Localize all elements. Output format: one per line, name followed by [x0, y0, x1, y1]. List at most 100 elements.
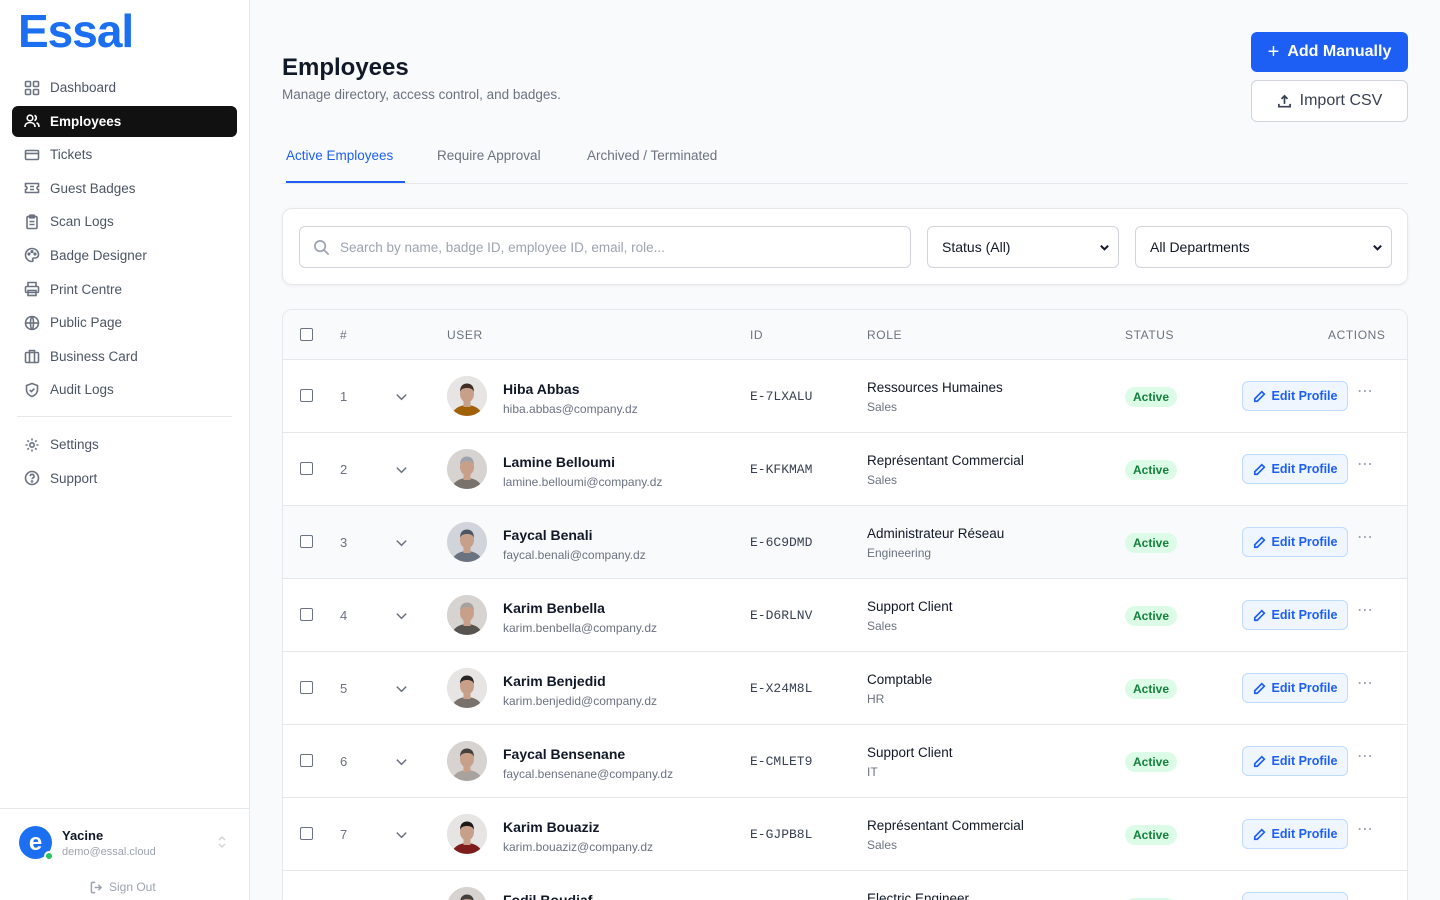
- sidebar-item-support[interactable]: Support: [12, 463, 237, 494]
- more-options-icon[interactable]: ⋯: [1357, 749, 1377, 768]
- sidebar-item-guest-badges[interactable]: Guest Badges: [12, 173, 237, 204]
- employee-name[interactable]: Faycal Bensenane: [503, 746, 625, 762]
- sidebar-item-business-card[interactable]: Business Card: [12, 341, 237, 372]
- employee-name[interactable]: Hiba Abbas: [503, 381, 580, 397]
- more-options-icon[interactable]: ⋯: [1357, 822, 1377, 841]
- table-row[interactable]: 6 Faycal Bensenane faycal.bensenane@comp…: [283, 725, 1407, 798]
- status-badge: Active: [1125, 460, 1178, 480]
- avatar-photo: [447, 522, 487, 562]
- row-number: 4: [340, 608, 348, 623]
- employee-name[interactable]: Faycal Benali: [503, 527, 593, 543]
- row-checkbox[interactable]: [300, 827, 313, 840]
- brand-logo[interactable]: Essal: [18, 4, 134, 58]
- table-row[interactable]: 8 Fodil Boudiaf Electric Engineer Active…: [283, 871, 1407, 900]
- more-options-icon[interactable]: ⋯: [1357, 530, 1377, 549]
- employee-role: Représentant Commercial: [867, 453, 1024, 468]
- sidebar-item-scan-logs[interactable]: Scan Logs: [12, 206, 237, 237]
- edit-profile-button[interactable]: Edit Profile: [1242, 527, 1348, 557]
- edit-profile-label: Edit Profile: [1271, 608, 1338, 622]
- edit-profile-button[interactable]: Edit Profile: [1242, 673, 1348, 703]
- row-checkbox[interactable]: [300, 462, 313, 475]
- column-header-role[interactable]: ROLE: [867, 328, 902, 342]
- sidebar-item-audit-logs[interactable]: Audit Logs: [12, 374, 237, 405]
- table-row[interactable]: 7 Karim Bouaziz karim.bouaziz@company.dz…: [283, 798, 1407, 871]
- page-subtitle: Manage directory, access control, and ba…: [282, 87, 561, 102]
- employee-department: Sales: [867, 473, 898, 487]
- row-checkbox[interactable]: [300, 535, 313, 548]
- column-header-user[interactable]: USER: [447, 328, 483, 342]
- edit-profile-button[interactable]: Edit Profile: [1242, 746, 1348, 776]
- employee-name[interactable]: Karim Benjedid: [503, 673, 606, 689]
- status-select[interactable]: Status (All): [927, 226, 1119, 268]
- avatar-photo: [447, 668, 487, 708]
- table-row[interactable]: 4 Karim Benbella karim.benbella@company.…: [283, 579, 1407, 652]
- sidebar-item-label: Employees: [50, 113, 122, 129]
- department-select[interactable]: All Departments: [1135, 226, 1392, 268]
- sidebar-item-print-centre[interactable]: Print Centre: [12, 274, 237, 305]
- shield-icon: [25, 382, 39, 398]
- edit-profile-button[interactable]: Edit Profile: [1242, 454, 1348, 484]
- row-checkbox[interactable]: [300, 608, 313, 621]
- table-row[interactable]: 1 Hiba Abbas hiba.abbas@company.dz E-7LX…: [283, 360, 1407, 433]
- more-options-icon[interactable]: ⋯: [1357, 603, 1377, 622]
- edit-profile-button[interactable]: Edit Profile: [1242, 600, 1348, 630]
- employee-name[interactable]: Karim Benbella: [503, 600, 605, 616]
- expand-chevron-icon[interactable]: [394, 608, 409, 623]
- expand-chevron-icon[interactable]: [394, 462, 409, 477]
- expand-chevron-icon[interactable]: [394, 681, 409, 696]
- sidebar-item-tickets[interactable]: Tickets: [12, 139, 237, 170]
- sidebar-item-label: Guest Badges: [50, 180, 136, 196]
- employee-email: faycal.benali@company.dz: [503, 548, 646, 562]
- sidebar-item-employees[interactable]: Employees: [12, 105, 237, 137]
- sign-out-button[interactable]: Sign Out: [90, 880, 156, 894]
- more-options-icon[interactable]: ⋯: [1357, 676, 1377, 695]
- employee-id: E-KFKMAM: [750, 462, 813, 477]
- employee-role: Support Client: [867, 745, 953, 760]
- expand-chevron-icon[interactable]: [394, 389, 409, 404]
- tab-active-employees[interactable]: Active Employees: [286, 148, 405, 183]
- edit-profile-button[interactable]: Edit Profile: [1242, 892, 1348, 900]
- edit-profile-label: Edit Profile: [1271, 827, 1338, 841]
- sidebar-item-badge-designer[interactable]: Badge Designer: [12, 240, 237, 271]
- row-checkbox[interactable]: [300, 681, 313, 694]
- row-checkbox[interactable]: [300, 389, 313, 402]
- expand-chevron-icon[interactable]: [394, 535, 409, 550]
- tab-require-approval[interactable]: Require Approval: [437, 148, 541, 183]
- edit-profile-button[interactable]: Edit Profile: [1242, 381, 1348, 411]
- table-row[interactable]: 5 Karim Benjedid karim.benjedid@company.…: [283, 652, 1407, 725]
- avatar-photo: [447, 814, 487, 854]
- edit-profile-label: Edit Profile: [1271, 389, 1338, 403]
- add-manually-button[interactable]: + Add Manually: [1251, 32, 1408, 72]
- employee-name[interactable]: Fodil Boudiaf: [503, 892, 592, 900]
- tab-archived-terminated[interactable]: Archived / Terminated: [587, 148, 717, 183]
- expand-chevron-icon[interactable]: [394, 827, 409, 842]
- users-icon: [24, 114, 40, 128]
- row-checkbox[interactable]: [300, 754, 313, 767]
- column-header-id[interactable]: ID: [750, 328, 763, 342]
- select-all-checkbox[interactable]: [300, 328, 313, 341]
- employee-name[interactable]: Lamine Belloumi: [503, 454, 615, 470]
- row-number: 7: [340, 827, 348, 842]
- expand-chevron-icon[interactable]: [394, 754, 409, 769]
- edit-profile-button[interactable]: Edit Profile: [1242, 819, 1348, 849]
- sidebar-item-label: Settings: [50, 437, 99, 453]
- user-menu[interactable]: e Yacine demo@essal.cloud Sign Out: [0, 808, 249, 900]
- sidebar-item-settings[interactable]: Settings: [12, 429, 237, 460]
- sidebar-item-dashboard[interactable]: Dashboard: [12, 72, 237, 103]
- search-input[interactable]: [340, 227, 900, 267]
- sidebar-item-label: Print Centre: [50, 281, 123, 297]
- table-row[interactable]: 3 Faycal Benali faycal.benali@company.dz…: [283, 506, 1407, 579]
- avatar: [447, 522, 487, 562]
- ticket-icon: [24, 149, 40, 160]
- status-badge: Active: [1125, 606, 1178, 626]
- chevron-up-down-icon[interactable]: [216, 835, 228, 849]
- more-options-icon[interactable]: ⋯: [1357, 384, 1377, 403]
- table-row[interactable]: 2 Lamine Belloumi lamine.belloumi@compan…: [283, 433, 1407, 506]
- avatar: [447, 814, 487, 854]
- more-options-icon[interactable]: ⋯: [1357, 457, 1377, 476]
- sidebar-item-public-page[interactable]: Public Page: [12, 307, 237, 338]
- employee-id: E-CMLET9: [750, 754, 813, 769]
- column-header-status[interactable]: STATUS: [1125, 328, 1174, 342]
- import-csv-button[interactable]: Import CSV: [1251, 80, 1408, 122]
- employee-name[interactable]: Karim Bouaziz: [503, 819, 599, 835]
